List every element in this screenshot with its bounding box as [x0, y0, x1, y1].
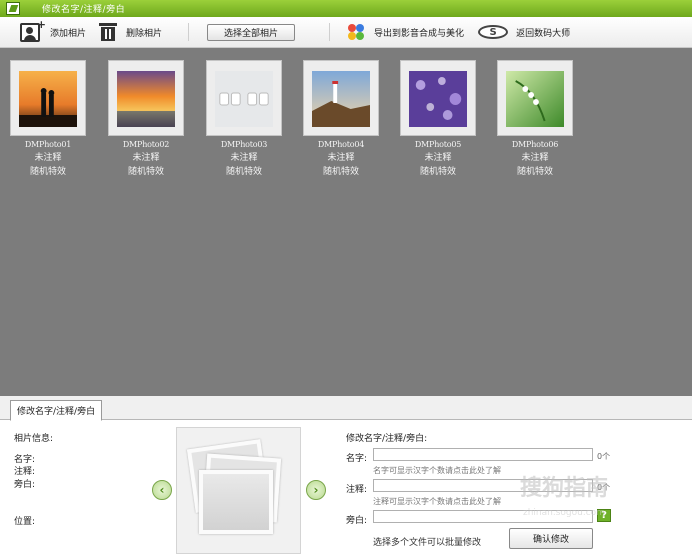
tab-strip: 修改名字/注释/旁白: [0, 396, 692, 421]
photo-frame: [206, 60, 282, 136]
photo-frame: [497, 60, 573, 136]
title-bar: 修改名字/注释/旁白: [0, 0, 692, 17]
photo-frame: [108, 60, 184, 136]
narration-label: 旁白:: [346, 516, 368, 526]
photo-name: DMPhoto03: [220, 140, 268, 149]
photo-name: DMPhoto04: [317, 140, 365, 149]
info-note-label: 注释:: [14, 467, 36, 477]
add-photo-icon: +: [20, 18, 46, 42]
photo-frame: [400, 60, 476, 136]
window-title: 修改名字/注释/旁白: [42, 5, 126, 15]
delete-photo-label: 删除相片: [126, 28, 163, 39]
export-color-icon: [348, 23, 365, 41]
photo-name: DMPhoto01: [24, 140, 72, 149]
toolbar-divider: [329, 23, 331, 41]
photo-effect: 随机特效: [322, 167, 359, 177]
app-icon: [6, 2, 20, 15]
photo-name: DMPhoto06: [511, 140, 559, 149]
note-label: 注释:: [346, 485, 368, 495]
photo-image: [19, 71, 77, 127]
info-position-label: 位置:: [14, 517, 36, 527]
trash-icon: [99, 23, 118, 41]
info-narration-label: 旁白:: [14, 480, 36, 490]
photo-name: DMPhoto05: [414, 140, 462, 149]
s-logo-icon: S: [478, 25, 509, 39]
photo-thumb[interactable]: DMPhoto03 未注释 随机特效: [206, 60, 282, 177]
photo-image: [506, 71, 564, 127]
export-label: 导出到影音合成与美化: [374, 28, 465, 39]
photo-thumb[interactable]: DMPhoto06 未注释 随机特效: [497, 60, 573, 177]
photo-effect: 随机特效: [29, 167, 66, 177]
photo-image: [409, 71, 467, 127]
edit-section-title: 修改名字/注释/旁白:: [346, 434, 428, 444]
add-photo-label: 添加相片: [50, 28, 87, 39]
photo-frame: [303, 60, 379, 136]
select-all-button[interactable]: 选择全部相片: [207, 23, 296, 41]
photo-note: 未注释: [327, 153, 355, 163]
photo-note: 未注释: [521, 153, 549, 163]
note-hint-link[interactable]: 注释可显示汉字个数请点击此处了解: [373, 496, 501, 507]
delete-photo-button[interactable]: 删除相片: [99, 20, 163, 44]
export-button[interactable]: 导出到影音合成与美化: [348, 20, 464, 44]
photo-image: [117, 71, 175, 127]
confirm-edit-button[interactable]: 确认修改: [509, 528, 593, 549]
name-label: 名字:: [346, 454, 368, 464]
name-hint-link[interactable]: 名字可显示汉字个数请点击此处了解: [373, 465, 501, 476]
next-photo-button[interactable]: ›: [306, 480, 326, 500]
photo-info-title: 相片信息:: [14, 434, 54, 444]
photo-preview: [176, 427, 301, 554]
back-to-master-button[interactable]: S 返回数码大师: [478, 20, 570, 44]
photo-effect: 随机特效: [516, 167, 553, 177]
photo-image: [312, 71, 370, 127]
photo-note: 未注释: [132, 153, 160, 163]
photo-note: 未注释: [424, 153, 452, 163]
photo-thumb[interactable]: DMPhoto05 未注释 随机特效: [400, 60, 476, 177]
back-to-master-label: 返回数码大师: [516, 28, 571, 39]
photo-note: 未注释: [34, 153, 62, 163]
photo-thumb[interactable]: DMPhoto01 未注释 随机特效: [10, 60, 86, 177]
watermark-url: zhinan.sogou.com: [523, 508, 605, 518]
photo-effect: 随机特效: [419, 167, 456, 177]
add-photo-button[interactable]: + 添加相片: [20, 18, 87, 44]
photo-effect: 随机特效: [127, 167, 164, 177]
photo-effect: 随机特效: [225, 167, 262, 177]
placeholder-photo: [199, 470, 273, 534]
photo-note: 未注释: [230, 153, 258, 163]
tab-edit-name-note-narration[interactable]: 修改名字/注释/旁白: [10, 400, 103, 421]
name-char-count: 0个: [597, 452, 611, 461]
photo-image: [215, 71, 273, 127]
photo-gallery: DMPhoto01 未注释 随机特效 DMPhoto02 未注释 随机特效 DM…: [0, 48, 692, 396]
photo-thumb[interactable]: DMPhoto02 未注释 随机特效: [108, 60, 184, 177]
prev-photo-button[interactable]: ‹: [152, 480, 172, 500]
toolbar-divider: [188, 23, 190, 41]
name-input[interactable]: [373, 448, 593, 461]
photo-name: DMPhoto02: [122, 140, 170, 149]
toolbar: + 添加相片 删除相片 选择全部相片 导出到影音合成与美化 S 返回数码大师: [0, 17, 692, 48]
photo-thumb[interactable]: DMPhoto04 未注释 随机特效: [303, 60, 379, 177]
batch-edit-hint: 选择多个文件可以批量修改: [373, 538, 482, 548]
photo-frame: [10, 60, 86, 136]
watermark: 搜狗指南: [520, 476, 609, 501]
